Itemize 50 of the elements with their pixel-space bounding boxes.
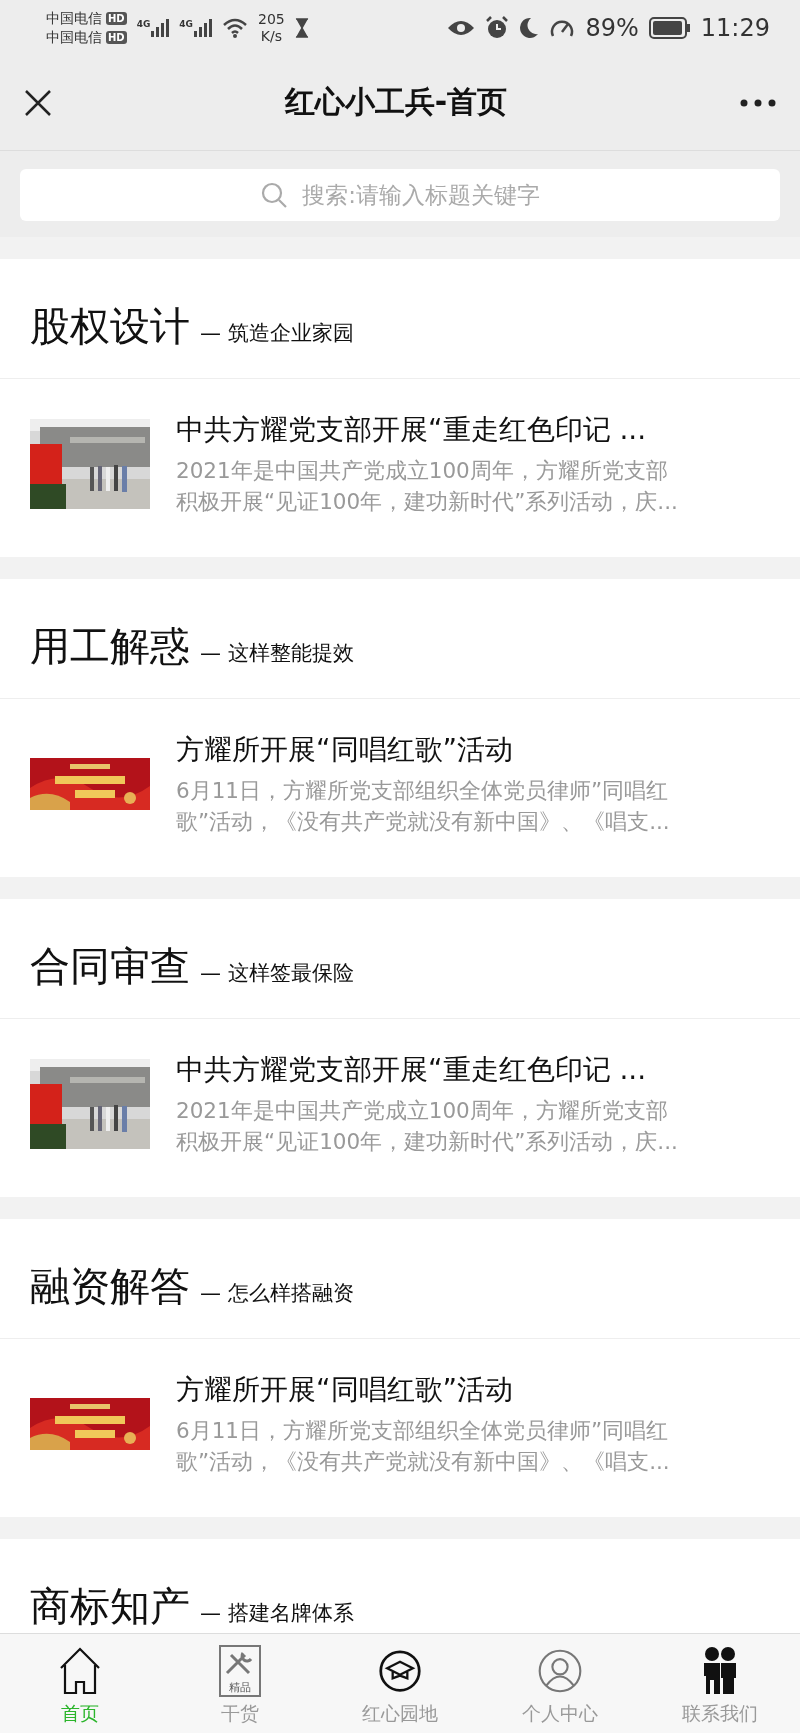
clock-time: 11:29 xyxy=(700,13,770,42)
network-speed: 205 xyxy=(258,10,285,28)
network-type: 4G xyxy=(179,18,193,29)
people-icon xyxy=(701,1646,739,1696)
section-title: 股权设计 xyxy=(30,302,190,351)
article-title[interactable]: 中共方耀党支部开展“重走红色印记 ... xyxy=(176,1051,678,1089)
article-title[interactable]: 方耀所开展“同唱红歌”活动 xyxy=(176,731,670,769)
article-title[interactable]: 中共方耀党支部开展“重走红色印记 ... xyxy=(176,411,678,449)
section-subtitle: — 这样整能提效 xyxy=(200,640,354,667)
article-excerpt: 歌”活动，《没有共产党就没有新中国》、《唱支... xyxy=(176,1448,670,1476)
more-icon[interactable] xyxy=(740,98,776,107)
hourglass-icon xyxy=(294,17,309,38)
signal-icon xyxy=(151,18,170,37)
close-icon[interactable] xyxy=(24,88,52,117)
article-title[interactable]: 方耀所开展“同唱红歌”活动 xyxy=(176,1371,670,1409)
carrier-name: 中国电信 xyxy=(46,8,102,28)
article-excerpt: 积极开展“见证100年，建功新时代”系列活动，庆... xyxy=(176,1128,678,1156)
hd-badge: HD xyxy=(106,30,127,44)
tab-item[interactable]: 精品 干货 xyxy=(160,1634,320,1733)
battery-icon xyxy=(648,16,691,39)
home-icon xyxy=(58,1646,102,1696)
article-excerpt: 歌”活动，《没有共产党就没有新中国》、《唱支... xyxy=(176,808,670,836)
article-excerpt: 2021年是中国共产党成立100周年，方耀所党支部 xyxy=(176,457,669,485)
article-excerpt: 6月11日，方耀所党支部组织全体党员律师”同唱红 xyxy=(176,1417,670,1445)
section-subtitle: — 搭建名牌体系 xyxy=(200,1600,354,1627)
search-icon xyxy=(260,181,289,209)
section-subtitle: — 筑造企业家园 xyxy=(200,320,354,347)
article-excerpt: 6月11日，方耀所党支部组织全体党员律师”同唱红 xyxy=(176,777,670,805)
hd-badge: HD xyxy=(106,11,127,25)
page-title: 红心小工兵-首页 xyxy=(283,83,509,121)
battery-percentage: 89% xyxy=(585,13,639,42)
section-title: 用工解惑 xyxy=(30,622,190,671)
speed-unit: K/s xyxy=(260,27,282,45)
section-subtitle: — 怎么样搭融资 xyxy=(200,1280,354,1307)
eye-icon xyxy=(447,18,476,37)
signal-icon xyxy=(194,18,212,37)
section-title: 融资解答 xyxy=(30,1262,190,1311)
article-excerpt: 积极开展“见证100年，建功新时代”系列活动，庆... xyxy=(176,488,678,516)
moon-icon xyxy=(519,16,540,39)
section-title: 商标知产 xyxy=(30,1582,190,1631)
carrier-name: 中国电信 xyxy=(46,27,102,47)
wifi-icon xyxy=(222,17,248,38)
graduation-cap-icon xyxy=(378,1647,422,1695)
section-title: 合同审查 xyxy=(30,942,190,991)
network-type: 4G xyxy=(136,18,151,29)
section-subtitle: — 这样签最保险 xyxy=(200,960,354,987)
tab-badge-label: 精品 xyxy=(228,1682,252,1694)
article-excerpt: 2021年是中国共产党成立100周年，方耀所党支部 xyxy=(176,1097,669,1125)
alarm-icon xyxy=(485,15,510,40)
tools-icon xyxy=(219,1645,261,1697)
